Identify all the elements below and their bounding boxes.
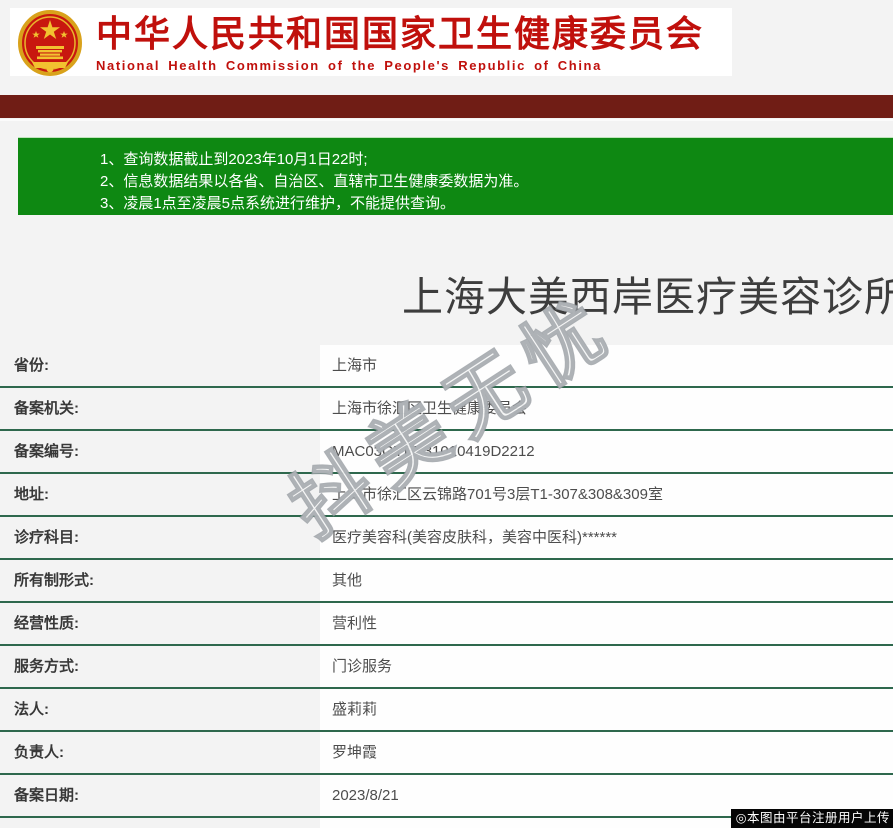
field-label: 经营性质: bbox=[14, 603, 79, 644]
site-title-cn: 中华人民共和国国家卫生健康委员会 bbox=[96, 12, 704, 56]
field-label: 法人: bbox=[14, 689, 49, 730]
field-label: 备案编号: bbox=[14, 431, 79, 472]
notice-box: 1、查询数据截止到2023年10月1日22时; 2、信息数据结果以各省、自治区、… bbox=[18, 137, 893, 215]
field-label: 备案机关: bbox=[14, 388, 79, 429]
table-row: 地址: 上海市徐汇区云锦路701号3层T1-307&308&309室 bbox=[0, 474, 893, 517]
page: 中华人民共和国国家卫生健康委员会 National Health Commiss… bbox=[0, 0, 893, 828]
field-label: 省份: bbox=[14, 345, 49, 386]
site-header: 中华人民共和国国家卫生健康委员会 National Health Commiss… bbox=[10, 8, 732, 76]
header-divider bbox=[0, 119, 893, 121]
field-label: 诊疗科目: bbox=[14, 517, 79, 558]
notice-line-1: 1、查询数据截止到2023年10月1日22时; bbox=[100, 149, 893, 171]
table-row: 所有制形式: 其他 bbox=[0, 560, 893, 603]
field-value: 上海市 bbox=[332, 345, 377, 386]
field-value: MAC03GYEX31010419D2212 bbox=[332, 431, 535, 472]
field-value: 罗坤霞 bbox=[332, 732, 377, 773]
field-value: 盛莉莉 bbox=[332, 689, 377, 730]
notice-line-2: 2、信息数据结果以各省、自治区、直辖市卫生健康委数据为准。 bbox=[100, 171, 893, 193]
table-row: 法人: 盛莉莉 bbox=[0, 689, 893, 732]
field-label: 备案日期: bbox=[14, 775, 79, 816]
field-value: 上海市徐汇区云锦路701号3层T1-307&308&309室 bbox=[332, 474, 663, 515]
site-title-en: National Health Commission of the People… bbox=[96, 58, 704, 73]
field-value: 上海市徐汇区卫生健康委员会 bbox=[332, 388, 527, 429]
record-table: 省份: 上海市备案机关: 上海市徐汇区卫生健康委员会备案编号: MAC03GYEX31… bbox=[0, 345, 893, 818]
field-value: 其他 bbox=[332, 560, 362, 601]
field-label: 地址: bbox=[14, 474, 49, 515]
field-label: 负责人: bbox=[14, 732, 64, 773]
table-row: 诊疗科目: 医疗美容科(美容皮肤科，美容中医科)****** bbox=[0, 517, 893, 560]
field-label: 服务方式: bbox=[14, 646, 79, 687]
table-row: 服务方式: 门诊服务 bbox=[0, 646, 893, 689]
table-row: 省份: 上海市 bbox=[0, 345, 893, 388]
table-row: 负责人: 罗坤霞 bbox=[0, 732, 893, 775]
field-value: 门诊服务 bbox=[332, 646, 392, 687]
field-value: 营利性 bbox=[332, 603, 377, 644]
field-value: 2023/8/21 bbox=[332, 775, 399, 816]
field-label: 所有制形式: bbox=[14, 560, 94, 601]
field-value: 医疗美容科(美容皮肤科，美容中医科)****** bbox=[332, 517, 617, 558]
table-row: 备案机关: 上海市徐汇区卫生健康委员会 bbox=[0, 388, 893, 431]
national-emblem-icon bbox=[18, 10, 82, 76]
header-nav-bar bbox=[0, 95, 893, 118]
notice-line-3: 3、凌晨1点至凌晨5点系统进行维护，不能提供查询。 bbox=[100, 193, 893, 215]
table-row: 经营性质: 营利性 bbox=[0, 603, 893, 646]
table-row: 备案编号: MAC03GYEX31010419D2212 bbox=[0, 431, 893, 474]
image-credit-badge: ◎本图由平台注册用户上传 bbox=[731, 809, 893, 828]
clinic-name-title: 上海大美西岸医疗美容诊所 bbox=[402, 263, 893, 323]
